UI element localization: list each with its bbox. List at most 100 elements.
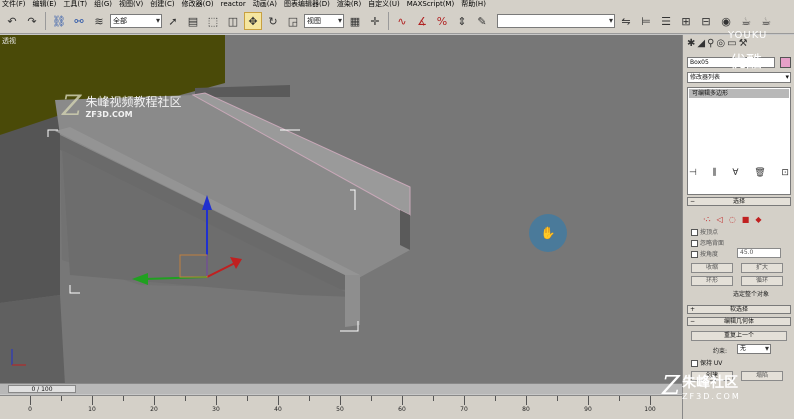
soft-selection-rollout-header[interactable]: + 软选择	[687, 305, 791, 314]
menu-file[interactable]: 文件(F)	[2, 0, 26, 9]
youku-watermark: YOUKU	[728, 30, 768, 41]
make-unique-icon[interactable]: ∀	[732, 168, 738, 182]
menu-create[interactable]: 创建(C)	[150, 0, 174, 9]
menu-rendering[interactable]: 渲染(R)	[337, 0, 361, 9]
mirror-icon[interactable]: ⇋	[617, 12, 635, 30]
edge-icon[interactable]: ◁	[717, 215, 723, 224]
undo-icon[interactable]: ↶	[3, 12, 21, 30]
spinner-snap-icon[interactable]: ⇕	[453, 12, 471, 30]
unlink-icon[interactable]: ⚯	[70, 12, 88, 30]
track-tick	[557, 396, 558, 401]
track-bar[interactable]: 0 10 20 30 40 50 60 70 80 90 100	[0, 395, 682, 419]
polygon-icon[interactable]: ■	[742, 215, 750, 224]
menu-animation[interactable]: 动画(A)	[253, 0, 277, 9]
select-move-icon[interactable]: ✥	[244, 12, 262, 30]
track-tick-label: 10	[88, 406, 96, 413]
zf3d-watermark-title: 朱峰社区	[682, 374, 739, 391]
viewport-scene	[0, 35, 411, 383]
track-tick	[92, 396, 93, 405]
vertex-icon[interactable]: ·∴	[703, 215, 711, 224]
menu-help[interactable]: 帮助(H)	[461, 0, 486, 9]
menu-modifiers[interactable]: 修改器(O)	[182, 0, 214, 9]
menu-customize[interactable]: 自定义(U)	[368, 0, 400, 9]
zf3d-logo: Z 朱峰视频教程社区 ZF3D.COM	[62, 89, 181, 122]
selection-filter-dropdown[interactable]: 全部	[110, 14, 162, 28]
quick-render-icon[interactable]: ☕	[757, 12, 775, 30]
element-icon[interactable]: ◆	[755, 215, 761, 224]
angle-value-field[interactable]: 45.0	[737, 248, 781, 258]
select-by-name-icon[interactable]: ▤	[184, 12, 202, 30]
pivot-center-icon[interactable]: ▦	[346, 12, 364, 30]
material-editor-icon[interactable]: ◉	[717, 12, 735, 30]
shrink-button[interactable]: 收缩	[691, 263, 733, 273]
time-slider[interactable]: 0 / 100	[0, 383, 682, 394]
viewport-label[interactable]: 透视	[2, 36, 16, 46]
loop-button[interactable]: 循环	[741, 276, 783, 286]
reference-coord-dropdown[interactable]: 视图	[304, 14, 344, 28]
percent-snap-icon[interactable]: %	[433, 12, 451, 30]
show-end-result-icon[interactable]: ⫼	[713, 168, 717, 182]
constraint-label: 约束:	[713, 348, 728, 355]
border-icon[interactable]: ◌	[729, 215, 736, 224]
menu-maxscript[interactable]: MAXScript(M)	[407, 0, 454, 9]
constraint-dropdown[interactable]: 无	[737, 344, 771, 354]
create-tab-icon[interactable]: ✱	[687, 38, 695, 52]
stack-item-editable-poly[interactable]: 可编辑多边形	[689, 89, 789, 98]
perspective-viewport[interactable]: 透视 Z 朱峰视频教程社区 ZF3D.COM ✋	[0, 35, 682, 383]
repeat-last-button[interactable]: 重复上一个	[691, 331, 787, 341]
redo-icon[interactable]: ↷	[23, 12, 41, 30]
menu-tools[interactable]: 工具(T)	[63, 0, 87, 9]
align-icon[interactable]: ⊨	[637, 12, 655, 30]
menu-reactor[interactable]: reactor	[221, 0, 246, 9]
grow-button[interactable]: 扩大	[741, 263, 783, 273]
selection-rollout-header[interactable]: − 选择	[687, 197, 791, 206]
curve-editor-icon[interactable]: ⊞	[677, 12, 695, 30]
hierarchy-tab-icon[interactable]: ⚲	[707, 38, 714, 52]
left-floor-shadow	[0, 295, 65, 383]
time-slider-thumb[interactable]: 0 / 100	[8, 385, 76, 393]
schematic-view-icon[interactable]: ⊟	[697, 12, 715, 30]
rect-selection-icon[interactable]: ⬚	[204, 12, 222, 30]
modify-tab-icon[interactable]: ◢	[697, 38, 705, 52]
stack-item-label: 可编辑多边形	[692, 90, 729, 97]
select-scale-icon[interactable]: ◲	[284, 12, 302, 30]
angle-snap-icon[interactable]: ∡	[413, 12, 431, 30]
manipulate-icon[interactable]: ✛	[366, 12, 384, 30]
snap-toggle-icon[interactable]: ∿	[393, 12, 411, 30]
window-crossing-icon[interactable]: ◫	[224, 12, 242, 30]
edit-geometry-rollout-header[interactable]: − 编辑几何体	[687, 317, 791, 326]
preserve-uv-checkbox[interactable]: 保持 UV	[691, 358, 722, 367]
track-tick-label: 100	[644, 406, 656, 413]
named-selection-edit-icon[interactable]: ✎	[473, 12, 491, 30]
by-vertex-checkbox[interactable]: 按顶点	[691, 227, 718, 236]
bind-space-warp-icon[interactable]: ≋	[90, 12, 108, 30]
track-tick	[588, 396, 589, 405]
select-object-icon[interactable]: ➚	[164, 12, 182, 30]
modifier-list-dropdown[interactable]: 修改器列表	[687, 72, 791, 83]
motion-tab-icon[interactable]: ◎	[716, 38, 725, 52]
remove-modifier-icon[interactable]: 🗑	[754, 168, 765, 182]
edit-geometry-title: 编辑几何体	[723, 318, 754, 325]
ring-button[interactable]: 环形	[691, 276, 733, 286]
select-rotate-icon[interactable]: ↻	[264, 12, 282, 30]
menu-graph-editors[interactable]: 图表编辑器(D)	[284, 0, 330, 9]
selection-status-text: 选定整个对象	[733, 291, 770, 298]
collapse-button[interactable]: 塌陷	[741, 371, 783, 381]
track-ticks: 0 10 20 30 40 50 60 70 80 90 100	[28, 396, 656, 419]
ignore-backfacing-checkbox[interactable]: 忽略背面	[691, 238, 724, 247]
render-scene-icon[interactable]: ☕	[737, 12, 755, 30]
track-tick-label: 60	[398, 406, 406, 413]
zf3d-watermark: Z 朱峰社区 ZF3D.COM	[662, 371, 741, 401]
track-tick	[278, 396, 279, 405]
configure-sets-icon[interactable]: ⊡	[781, 168, 789, 182]
layer-manager-icon[interactable]: ☰	[657, 12, 675, 30]
menu-edit[interactable]: 编辑(E)	[33, 0, 57, 9]
track-tick-label: 90	[584, 406, 592, 413]
pin-stack-icon[interactable]: ⊣	[689, 168, 697, 182]
by-angle-checkbox[interactable]: 按角度	[691, 249, 718, 258]
menu-views[interactable]: 视图(V)	[119, 0, 143, 9]
menu-group[interactable]: 组(G)	[94, 0, 112, 9]
object-color-swatch[interactable]	[780, 57, 791, 68]
link-icon[interactable]: ⛓	[50, 12, 68, 30]
named-selection-sets-dropdown[interactable]	[497, 14, 615, 28]
